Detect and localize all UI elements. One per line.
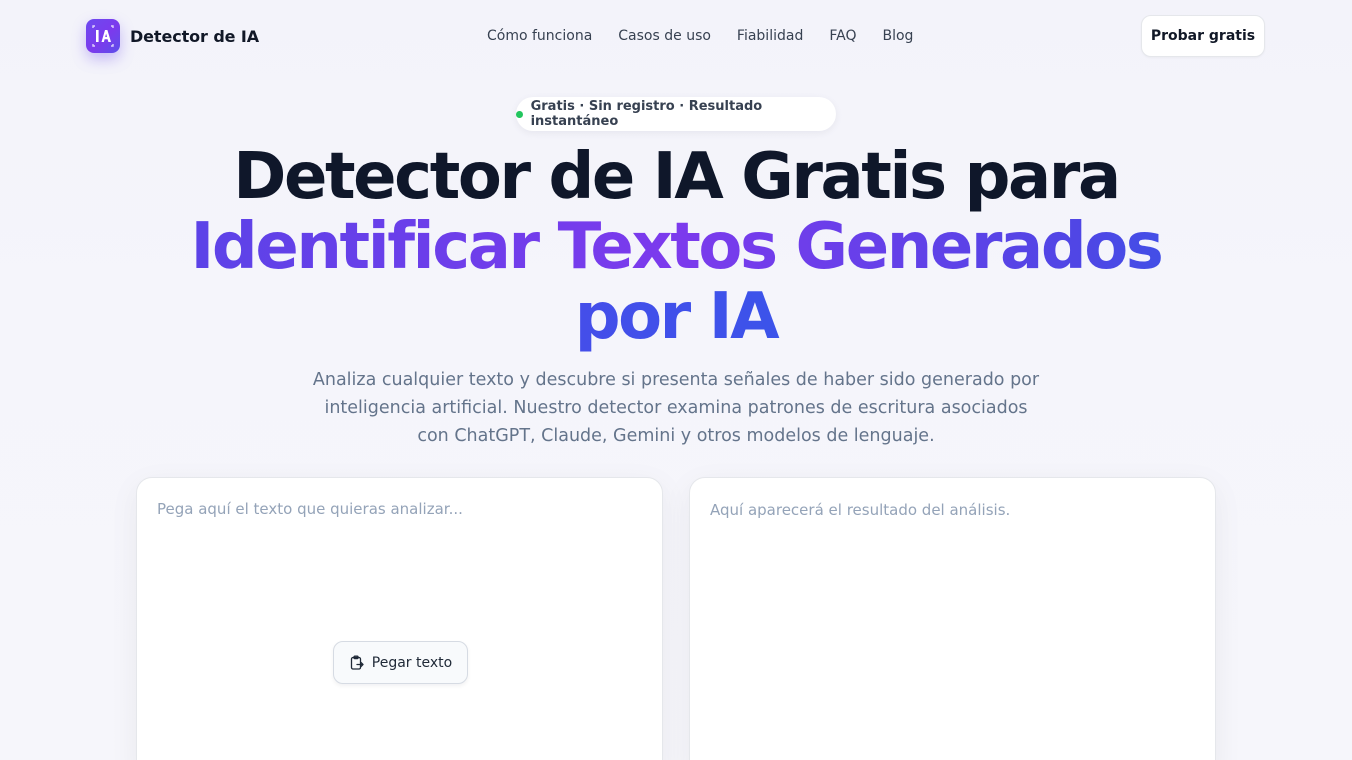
title-line-1: Detector de IA Gratis para [233,140,1121,214]
title-line-2: Identificar Textos Generados [0,212,1352,282]
hero-subtitle: Analiza cualquier texto y descubre si pr… [312,370,1040,446]
page-title: Detector de IA Gratis para Identificar T… [0,142,1352,352]
nav-link-como-funciona[interactable]: Cómo funciona [487,26,592,46]
result-placeholder: Aquí aparecerá el resultado del análisis… [710,501,1011,519]
main-nav: Cómo funciona Casos de uso Fiabilidad FA… [487,26,913,46]
site-header: Detector de IA Cómo funciona Casos de us… [0,0,1352,72]
paste-text-button[interactable]: Pegar texto [333,641,468,684]
brand-logo-link[interactable]: Detector de IA [86,19,259,53]
title-line-3: por IA [0,282,1352,352]
text-input[interactable] [157,500,644,620]
status-dot-icon [516,110,523,118]
nav-link-blog[interactable]: Blog [882,26,913,46]
paste-button-label: Pegar texto [371,654,453,671]
input-panel: Pegar texto [136,477,663,760]
clipboard-paste-icon [349,655,365,671]
badge-text: Gratis · Sin registro · Resultado instan… [530,99,763,129]
features-badge: Gratis · Sin registro · Resultado instan… [516,97,836,131]
nav-link-fiabilidad[interactable]: Fiabilidad [737,26,803,46]
nav-link-casos-de-uso[interactable]: Casos de uso [618,26,711,46]
page: Detector de IA Cómo funciona Casos de us… [0,0,1352,760]
brand-name: Detector de IA [130,26,260,46]
nav-link-faq[interactable]: FAQ [829,26,856,46]
result-panel: Aquí aparecerá el resultado del análisis… [689,477,1216,760]
try-free-button[interactable]: Probar gratis [1141,15,1265,57]
ia-logo-icon [86,19,120,53]
